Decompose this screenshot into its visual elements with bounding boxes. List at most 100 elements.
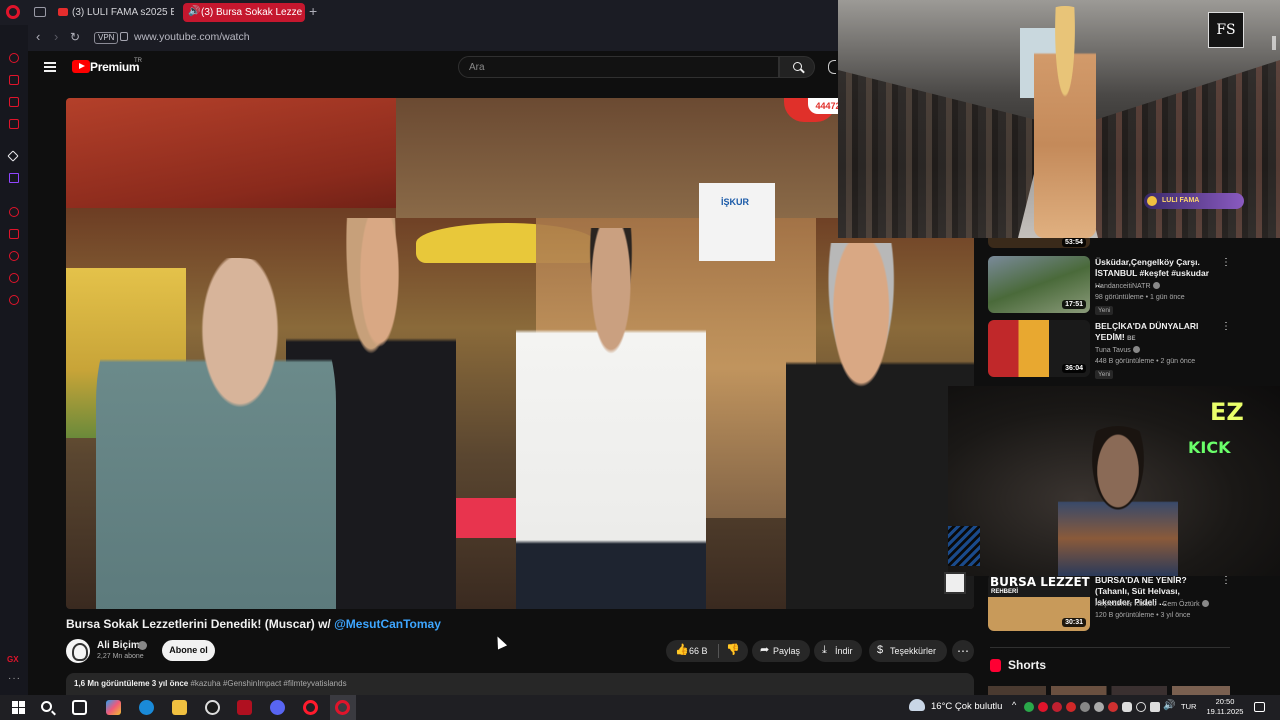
reload-icon[interactable]: ↻: [70, 30, 80, 44]
kebab-menu-icon[interactable]: ⋮: [1221, 258, 1231, 268]
taskbar-search-icon[interactable]: [41, 701, 52, 712]
description-box[interactable]: 1,6 Mn görüntüleme 3 yıl önce #kazuha #G…: [66, 673, 974, 695]
vpn-badge[interactable]: VPN: [94, 32, 119, 44]
tray-app-icon[interactable]: [1066, 702, 1076, 712]
lock-icon[interactable]: [120, 32, 128, 41]
tab-luli-fama[interactable]: (3) LULI FAMA s2025 Biki: [54, 3, 174, 22]
tray-app-icon[interactable]: [1052, 702, 1062, 712]
tray-chevron-icon[interactable]: ^: [1012, 700, 1016, 710]
network-icon[interactable]: [1150, 702, 1160, 712]
downloads-icon[interactable]: [9, 273, 19, 283]
iskur-label: İŞKUR: [721, 197, 750, 207]
back-arrow-icon[interactable]: ‹: [36, 30, 40, 44]
video-title: Bursa Sokak Lezzetlerini Denedik! (Musca…: [66, 617, 441, 631]
shorts-heading[interactable]: Shorts: [990, 658, 1046, 672]
start-windows-icon[interactable]: [12, 701, 25, 714]
workspaces-icon[interactable]: [34, 7, 46, 17]
luli-fama-tag: LULI FAMA: [1144, 193, 1244, 209]
share-label: Paylaş: [773, 646, 801, 656]
tray-app-icon[interactable]: [1094, 702, 1104, 712]
rec-thumbnail[interactable]: 17:51: [988, 256, 1090, 313]
share-button[interactable]: ➦ Paylaş: [752, 640, 810, 662]
view-count-date: 1,6 Mn görüntüleme 3 yıl önce: [74, 679, 189, 688]
more-dots-icon[interactable]: ···: [8, 673, 21, 684]
tray-app-icon[interactable]: [1136, 702, 1146, 712]
hashtags[interactable]: #kazuha #GenshinImpact #filmteyvatisland…: [190, 679, 346, 688]
pip-video-overlay[interactable]: FS LULI FAMA: [838, 0, 1280, 238]
thanks-label: Teşekkürler: [890, 646, 937, 656]
gx-icon[interactable]: GX: [7, 655, 19, 664]
speaker-icon[interactable]: 🔊: [188, 7, 200, 17]
discord-icon[interactable]: [270, 700, 285, 715]
tray-app-icon[interactable]: [1024, 702, 1034, 712]
url-field[interactable]: www.youtube.com/watch: [134, 31, 250, 43]
share-arrow-icon: ➦: [760, 644, 770, 656]
edge-icon[interactable]: [139, 700, 154, 715]
download-button[interactable]: ⤓ İndir: [814, 640, 862, 662]
twitch-icon[interactable]: [9, 173, 19, 183]
mention-link[interactable]: @MesutCanTomay: [334, 617, 441, 631]
task-view-icon[interactable]: [72, 700, 87, 715]
opera-logo-icon[interactable]: [6, 5, 20, 19]
player-icon[interactable]: [9, 251, 19, 261]
like-divider: [718, 644, 719, 658]
file-explorer-icon[interactable]: [172, 700, 187, 715]
clock[interactable]: 20:50 19.11.2025: [1203, 697, 1247, 717]
settings-gear-icon[interactable]: [9, 295, 19, 305]
rec-channel[interactable]: Keşfedenler Kulübü · Cem Öztürk: [1095, 600, 1209, 608]
history-icon[interactable]: [9, 207, 19, 217]
tray-app-icon[interactable]: [1038, 702, 1048, 712]
voice-search-icon[interactable]: [828, 60, 836, 74]
notification-icon[interactable]: [1254, 702, 1265, 712]
search-button[interactable]: [779, 56, 815, 78]
volume-icon[interactable]: 🔊: [1163, 700, 1175, 711]
channel-avatar[interactable]: [66, 639, 90, 663]
kebab-menu-icon[interactable]: ⋮: [1221, 576, 1231, 586]
channel-name[interactable]: Ali Biçim: [97, 640, 140, 651]
menu-hamburger-icon[interactable]: [44, 62, 56, 72]
messenger-icon[interactable]: [9, 97, 19, 107]
copilot-icon[interactable]: [106, 700, 121, 715]
rec-channel[interactable]: Tuna Tavus: [1095, 346, 1140, 354]
tab-bursa-sokak-active[interactable]: 🔊 (3) Bursa Sokak Lezze: [183, 3, 305, 22]
more-actions-button[interactable]: ⋯: [952, 640, 974, 662]
tray-app-icon[interactable]: [1108, 702, 1118, 712]
microphone-icon[interactable]: [1122, 702, 1132, 712]
youtube-logo-icon[interactable]: [72, 60, 90, 73]
subscribe-button[interactable]: Abone ol: [162, 640, 215, 661]
thanks-button[interactable]: $ Teşekkürler: [869, 640, 947, 662]
voice-app-icon[interactable]: [237, 700, 252, 715]
new-tab-plus-icon[interactable]: +: [309, 4, 317, 18]
windows-taskbar: 16°C Çok bulutlu ^ 🔊 TUR 20:50 19.11.202…: [0, 695, 1280, 720]
kebab-menu-icon[interactable]: ⋮: [1221, 322, 1231, 332]
rec-channel[interactable]: HandanceitiNATR: [1095, 282, 1160, 290]
forward-arrow-icon[interactable]: ›: [54, 30, 58, 44]
weather-text[interactable]: 16°C Çok bulutlu: [931, 701, 1002, 712]
like-thumb-up-icon[interactable]: 👍: [675, 645, 689, 656]
rec-meta: 448 B görüntüleme • 2 gün önce: [1095, 358, 1196, 365]
speed-dial-icon[interactable]: [9, 53, 19, 63]
youtube-brand[interactable]: Premium: [90, 60, 140, 74]
scene-runway-model: [1034, 6, 1096, 238]
rec-title[interactable]: BELÇİKA'DA DÜNYALARI YEDİM! BE: [1095, 321, 1213, 345]
instagram-icon[interactable]: [9, 119, 19, 129]
aria-icon[interactable]: [9, 75, 19, 85]
rec-thumbnail[interactable]: 36:04: [988, 320, 1090, 377]
workspace-icon[interactable]: [7, 150, 19, 162]
like-count[interactable]: 66 B: [689, 640, 708, 662]
dislike-thumb-down-icon[interactable]: 👎: [726, 645, 740, 656]
taskbar-active-app[interactable]: [330, 695, 356, 720]
rec-thumbnail[interactable]: BURSA LEZZET REHBERİ 30:31: [988, 574, 1090, 631]
tray-app-icon[interactable]: [1080, 702, 1090, 712]
search-input[interactable]: Ara: [458, 56, 779, 78]
region-label: TR: [134, 58, 142, 64]
app-circle-icon[interactable]: [205, 700, 220, 715]
weather-cloud-icon[interactable]: [909, 696, 925, 711]
shorts-thumbnails[interactable]: [988, 686, 1230, 695]
bookmarks-icon[interactable]: [9, 229, 19, 239]
rec-new-badge: Yeni: [1095, 370, 1114, 379]
opera-icon[interactable]: [303, 700, 318, 715]
clock-time: 20:50: [1215, 697, 1235, 706]
pip-control-icon[interactable]: [1272, 36, 1276, 50]
language-indicator[interactable]: TUR: [1181, 702, 1196, 711]
